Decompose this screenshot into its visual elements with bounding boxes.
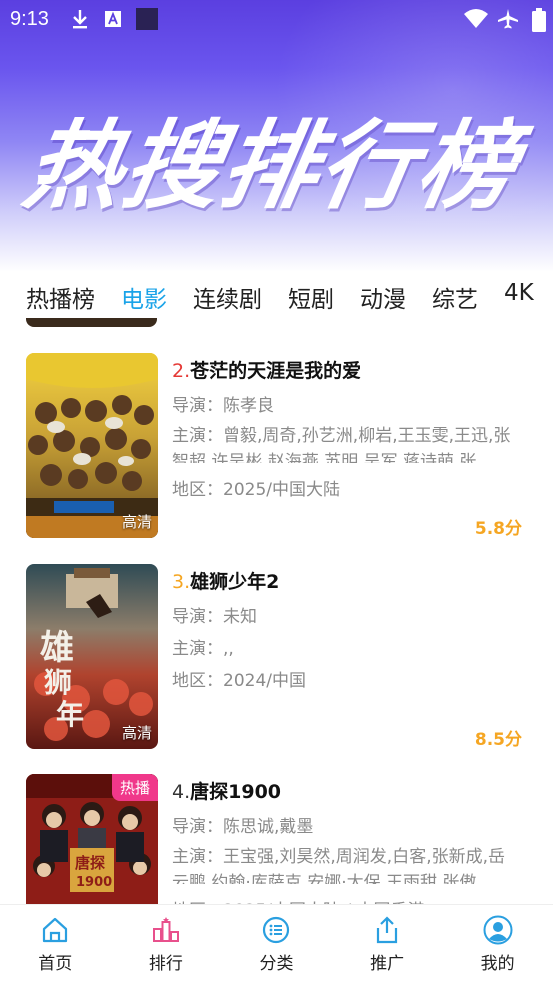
list-item[interactable]: 唐探 1900 热播 4.唐探1900 导演：陈思诚,戴墨 主演：王宝强,刘昊然… xyxy=(0,774,553,904)
rank-number: 4. xyxy=(172,781,191,803)
region-text: 地区：2024/中国 xyxy=(172,671,306,691)
header-banner: 9:13 热搜排行榜 xyxy=(0,0,553,272)
nav-category[interactable]: 分类 xyxy=(221,905,332,983)
movie-title[interactable]: 2.苍茫的天涯是我的爱 xyxy=(172,356,361,383)
region-text: 地区：2025/中国大陆 xyxy=(172,480,340,500)
download-icon xyxy=(73,10,87,29)
tab-anime[interactable]: 动漫 xyxy=(360,272,406,318)
battery-icon xyxy=(532,8,546,32)
wifi-icon xyxy=(464,9,488,28)
movie-title[interactable]: 4.唐探1900 xyxy=(172,777,281,804)
nav-ranking-label: 排行 xyxy=(148,954,183,974)
title-text: 唐探1900 xyxy=(190,781,282,803)
nav-profile-label: 我的 xyxy=(480,954,515,974)
quality-tag: 高清 xyxy=(121,513,152,531)
airplane-icon xyxy=(498,9,518,29)
svg-text:1900: 1900 xyxy=(76,875,112,890)
nav-promote[interactable]: 推广 xyxy=(332,905,443,983)
cast-text: 主演：,, xyxy=(172,639,234,659)
tab-hot[interactable]: 热播榜 xyxy=(26,272,95,318)
nav-home[interactable]: 首页 xyxy=(0,905,111,983)
tab-4k[interactable]: 4K xyxy=(504,272,534,318)
tab-series[interactable]: 连续剧 xyxy=(193,272,262,318)
previous-item-poster[interactable] xyxy=(26,318,157,327)
score-text: 8.5分 xyxy=(474,730,522,750)
ranking-list: 高清 2.苍茫的天涯是我的爱 导演：陈孝良 主演：曾毅,周奇,孙艺洲,柳岩,王玉… xyxy=(0,318,553,904)
status-bar: 9:13 xyxy=(0,0,553,38)
director-text: 导演：陈思诚,戴墨 xyxy=(172,817,314,837)
ranking-icon xyxy=(152,917,179,942)
share-icon xyxy=(376,916,398,944)
bottom-navigation: 首页 排行 分类 推广 我的 xyxy=(0,904,553,983)
quality-tag: 高清 xyxy=(121,724,152,742)
notification-square-icon xyxy=(136,8,158,30)
director-text: 导演：未知 xyxy=(172,607,257,627)
region-text: 地区：2025/中国大陆 / 中国香港 xyxy=(172,896,522,904)
category-tabs: 热播榜 电影 连续剧 短剧 动漫 综艺 4K xyxy=(0,272,553,318)
status-time: 9:13 xyxy=(10,8,49,30)
nav-ranking[interactable]: 排行 xyxy=(111,905,222,983)
home-icon xyxy=(43,917,68,943)
poster-image[interactable]: 高清 xyxy=(26,353,158,538)
svg-text:唐探: 唐探 xyxy=(75,854,105,872)
nav-profile[interactable]: 我的 xyxy=(442,905,553,983)
cast-text: 主演：王宝强,刘昊然,周润发,白客,张新成,岳云鹏,约翰·库萨克,安娜·太保,王… xyxy=(172,847,506,884)
svg-text:年: 年 xyxy=(56,698,84,731)
tab-short-drama[interactable]: 短剧 xyxy=(288,272,334,318)
list-item[interactable]: 高清 2.苍茫的天涯是我的爱 导演：陈孝良 主演：曾毅,周奇,孙艺洲,柳岩,王玉… xyxy=(0,353,553,541)
cast-text: 主演：曾毅,周奇,孙艺洲,柳岩,王玉雯,王迅,张智超,许吴彬,赵海燕,苏明,吴军… xyxy=(172,426,511,463)
list-item[interactable]: 雄 狮 年 高清 3.雄狮少年2 导演：未知 主演：,, 地区：2024/中国 … xyxy=(0,564,553,752)
poster-image[interactable]: 雄 狮 年 高清 xyxy=(26,564,158,749)
tab-variety[interactable]: 综艺 xyxy=(432,272,478,318)
nav-home-label: 首页 xyxy=(38,954,73,974)
nav-promote-label: 推广 xyxy=(370,954,405,974)
poster-image[interactable]: 唐探 1900 热播 xyxy=(26,774,158,904)
score-text: 5.8分 xyxy=(474,519,522,539)
font-icon xyxy=(105,11,121,27)
svg-text:狮: 狮 xyxy=(44,666,72,699)
movie-title[interactable]: 3.雄狮少年2 xyxy=(172,567,279,594)
director-text: 导演：陈孝良 xyxy=(172,396,274,416)
rank-number: 3. xyxy=(172,571,191,593)
title-text: 苍茫的天涯是我的爱 xyxy=(190,360,362,382)
rank-number: 2. xyxy=(172,360,191,382)
banner-title: 热搜排行榜 xyxy=(16,110,527,222)
profile-icon xyxy=(483,915,513,945)
svg-text:雄: 雄 xyxy=(40,628,74,668)
nav-category-label: 分类 xyxy=(259,954,294,974)
tab-movie[interactable]: 电影 xyxy=(121,272,167,318)
category-icon xyxy=(263,916,290,944)
title-text: 雄狮少年2 xyxy=(190,571,280,593)
hot-badge: 热播 xyxy=(111,774,158,801)
